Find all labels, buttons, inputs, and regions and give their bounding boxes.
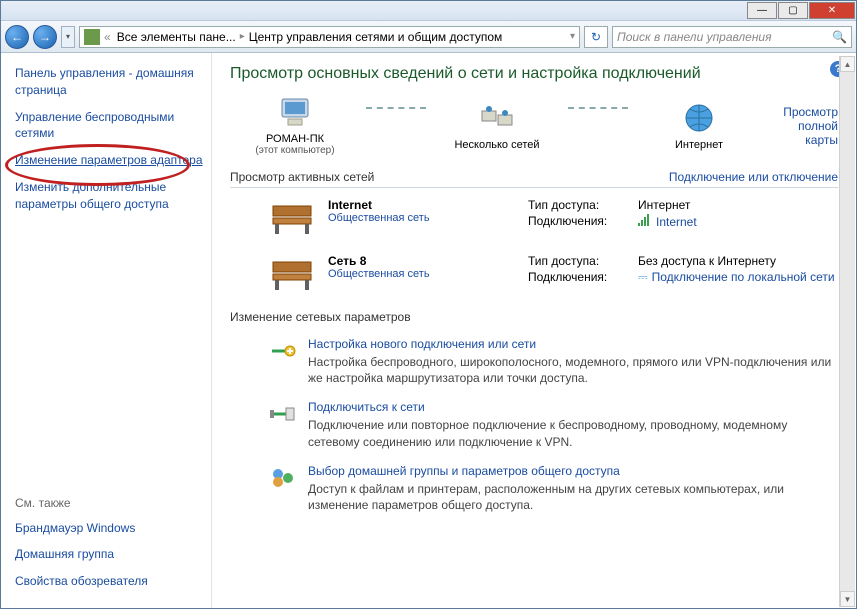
navbar: ← → ▾ « Все элементы пане... ▸ Центр упр… (1, 21, 856, 53)
connection-link[interactable]: Подключение по локальной сети (652, 270, 835, 284)
sidebar: Панель управления - домашняя страница Уп… (1, 53, 211, 608)
task-link[interactable]: Подключиться к сети (308, 400, 425, 414)
task-item: Выбор домашней группы и параметров общег… (230, 464, 838, 513)
window-frame: — ▢ ✕ ← → ▾ « Все элементы пане... ▸ Цен… (0, 0, 857, 609)
chevron-icon: « (104, 30, 111, 44)
change-settings-section: Настройка нового подключения или сети На… (230, 337, 838, 513)
full-map-link[interactable]: Просмотр полной карты (764, 105, 838, 147)
forward-button[interactable]: → (33, 25, 57, 49)
address-bar[interactable]: « Все элементы пане... ▸ Центр управлени… (79, 26, 580, 48)
network-map-row: РОМАН-ПК (этот компьютер) Несколько сете… (230, 95, 838, 156)
sidebar-homegroup-link[interactable]: Домашняя группа (15, 546, 203, 563)
map-node-label: РОМАН-ПК (266, 133, 324, 145)
active-networks-header: Просмотр активных сетей Подключение или … (230, 170, 838, 188)
search-icon: 🔍 (832, 30, 847, 44)
network-name: Сеть 8 (328, 254, 528, 268)
map-node-computer: РОМАН-ПК (этот компьютер) (230, 95, 360, 156)
location-icon (84, 29, 100, 45)
sidebar-ieopts-link[interactable]: Свойства обозревателя (15, 573, 203, 590)
page-title: Просмотр основных сведений о сети и наст… (230, 65, 838, 83)
signal-icon (638, 214, 652, 226)
access-type-value: Интернет (638, 198, 690, 212)
task-description: Доступ к файлам и принтерам, расположенн… (308, 481, 838, 513)
new-connection-icon (266, 337, 298, 365)
task-item: Настройка нового подключения или сети На… (230, 337, 838, 386)
network-block: Internet Общественная сеть Тип доступа:И… (230, 198, 838, 238)
maximize-button[interactable]: ▢ (778, 2, 808, 19)
scroll-up-button[interactable]: ▲ (840, 56, 855, 72)
body: Панель управления - домашняя страница Уп… (1, 53, 856, 608)
homegroup-icon (266, 464, 298, 492)
connection-line (366, 107, 426, 109)
network-block: Сеть 8 Общественная сеть Тип доступа:Без… (230, 254, 838, 294)
breadcrumb-item[interactable]: Центр управления сетями и общим доступом (249, 30, 503, 44)
task-item: Подключиться к сети Подключение или повт… (230, 400, 838, 449)
refresh-button[interactable]: ↻ (584, 26, 608, 48)
access-type-value: Без доступа к Интернету (638, 254, 776, 268)
connection-line (568, 107, 628, 109)
map-node-sublabel: (этот компьютер) (255, 145, 334, 156)
minimize-button[interactable]: — (747, 2, 777, 19)
see-also-label: См. также (15, 496, 203, 510)
globe-icon (682, 101, 716, 135)
vertical-scrollbar[interactable]: ▲ ▼ (839, 56, 855, 607)
breadcrumb-item[interactable]: Все элементы пане... (117, 30, 236, 44)
connection-link[interactable]: Internet (656, 215, 697, 229)
access-type-label: Тип доступа: (528, 254, 638, 268)
network-type-link[interactable]: Общественная сеть (328, 268, 528, 280)
sidebar-home-link[interactable]: Панель управления - домашняя страница (15, 65, 203, 99)
map-node-networks: Несколько сетей (432, 101, 562, 151)
sidebar-sharing-link[interactable]: Изменить дополнительные параметры общего… (15, 179, 203, 213)
network-type-link[interactable]: Общественная сеть (328, 212, 528, 224)
history-dropdown-button[interactable]: ▾ (61, 26, 75, 48)
dropdown-icon[interactable]: ▾ (570, 31, 575, 42)
connect-icon (266, 400, 298, 428)
networks-icon (480, 101, 514, 135)
map-node-label: Интернет (675, 139, 723, 151)
scroll-down-button[interactable]: ▼ (840, 591, 855, 607)
connections-label: Подключения: (528, 214, 638, 229)
highlighted-link-wrap: Изменение параметров адаптера (15, 152, 203, 169)
sidebar-adapter-link[interactable]: Изменение параметров адаптера (15, 152, 203, 169)
connect-disconnect-link[interactable]: Подключение или отключение (669, 170, 838, 184)
change-settings-header: Изменение сетевых параметров (230, 310, 838, 327)
search-placeholder: Поиск в панели управления (617, 30, 772, 44)
bench-icon (266, 254, 318, 294)
search-input[interactable]: Поиск в панели управления 🔍 (612, 26, 852, 48)
sidebar-wireless-link[interactable]: Управление беспроводными сетями (15, 109, 203, 143)
task-link[interactable]: Настройка нового подключения или сети (308, 337, 536, 351)
connections-label: Подключения: (528, 270, 638, 285)
close-button[interactable]: ✕ (809, 2, 855, 19)
titlebar: — ▢ ✕ (1, 1, 856, 21)
ethernet-icon: ⎓ (638, 270, 648, 284)
map-node-internet: Интернет (634, 101, 764, 151)
network-map: РОМАН-ПК (этот компьютер) Несколько сете… (230, 95, 764, 156)
bench-icon (266, 198, 318, 238)
network-name: Internet (328, 198, 528, 212)
task-description: Настройка беспроводного, широкополосного… (308, 354, 838, 386)
access-type-label: Тип доступа: (528, 198, 638, 212)
task-description: Подключение или повторное подключение к … (308, 417, 838, 449)
section-label: Просмотр активных сетей (230, 170, 374, 184)
sidebar-firewall-link[interactable]: Брандмауэр Windows (15, 520, 203, 537)
map-node-label: Несколько сетей (454, 139, 539, 151)
section-label: Изменение сетевых параметров (230, 310, 411, 324)
chevron-right-icon: ▸ (240, 31, 245, 42)
computer-icon (278, 95, 312, 129)
back-button[interactable]: ← (5, 25, 29, 49)
content-pane: ? Просмотр основных сведений о сети и на… (211, 53, 856, 608)
task-link[interactable]: Выбор домашней группы и параметров общег… (308, 464, 620, 478)
